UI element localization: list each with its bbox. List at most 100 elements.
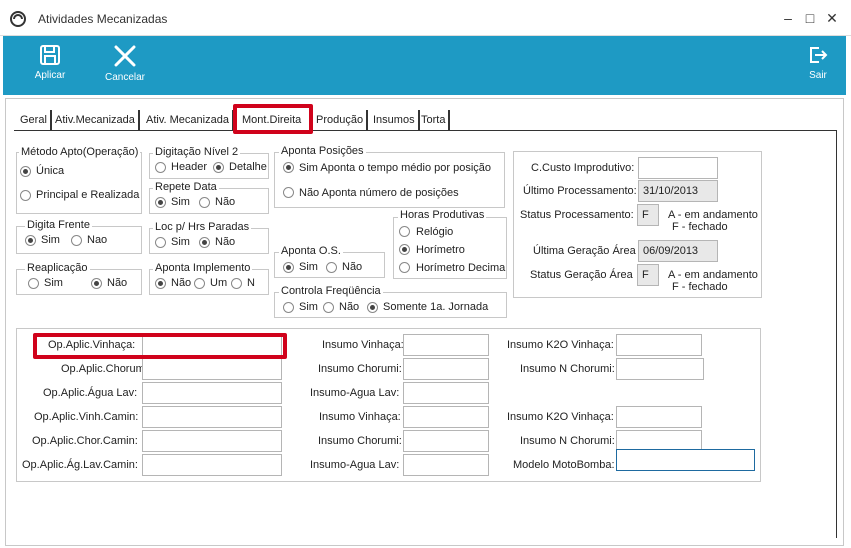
insumo-k2o-vinhaca-label: Insumo K2O Vinhaça: <box>507 339 614 351</box>
impl-nao-radio[interactable] <box>155 278 166 289</box>
apply-button[interactable]: Aplicar <box>30 36 70 95</box>
insumo-agua-lav-input[interactable] <box>403 382 489 404</box>
cancel-button[interactable]: Cancelar <box>103 36 147 95</box>
status-proc-legend-f: F - fechado <box>672 221 728 233</box>
digitacao-header-label: Header <box>171 161 208 173</box>
reaplic-sim-radio[interactable] <box>28 278 39 289</box>
freq-sim-radio[interactable] <box>283 302 294 313</box>
tab-producao[interactable]: Produção <box>313 110 369 130</box>
loc-sim-radio[interactable] <box>155 237 166 248</box>
status-ger-legend-f: F - fechado <box>672 281 728 293</box>
insumo-agua-lav-2-input[interactable] <box>403 454 489 476</box>
op-aplic-vinh-camin-input[interactable] <box>142 406 282 428</box>
repete-sim-radio[interactable] <box>155 197 166 208</box>
impl-n-label: N <box>247 277 255 289</box>
modelo-motobomba-input[interactable] <box>616 449 755 471</box>
os-nao-radio[interactable] <box>326 262 337 273</box>
close-x-icon <box>114 45 136 67</box>
status-ger-legend-a: A - em andamento <box>668 269 758 281</box>
os-nao-label: Não <box>342 261 363 273</box>
metodo-unica-label: Única <box>36 165 65 177</box>
op-aplic-ag-lav-camin-label: Op.Aplic.Ág.Lav.Camin: <box>22 459 138 471</box>
op-aplic-chor-camin-label: Op.Aplic.Chor.Camin: <box>32 435 138 447</box>
freq-nao-label: Não <box>339 301 360 313</box>
insumo-chorumi-2-label: Insumo Chorumi: <box>318 435 402 447</box>
posicoes-nao-radio[interactable] <box>283 187 294 198</box>
os-sim-radio[interactable] <box>283 262 294 273</box>
ultimo-proc-field[interactable]: 31/10/2013 <box>638 180 718 202</box>
metodo-apto-title: Método Apto(Operação) <box>19 146 141 158</box>
metodo-apto-group <box>16 152 142 214</box>
insumo-vinhaca-input[interactable] <box>403 334 489 356</box>
tab-highlight <box>233 104 313 134</box>
op-aplic-agua-lav-label: Op.Aplic.Água Lav: <box>43 387 138 399</box>
status-ger-field[interactable]: F <box>637 264 659 286</box>
close-button[interactable]: ✕ <box>822 8 842 28</box>
impl-n-radio[interactable] <box>231 278 242 289</box>
insumo-n-chorumi-input[interactable] <box>616 358 704 380</box>
frente-nao-radio[interactable] <box>71 235 82 246</box>
insumo-chorumi-2-input[interactable] <box>403 430 489 452</box>
frente-sim-label: Sim <box>41 234 60 246</box>
cancel-label: Cancelar <box>104 72 146 83</box>
maximize-button[interactable]: □ <box>800 8 820 28</box>
apply-label: Aplicar <box>34 70 66 81</box>
tab-torta[interactable]: Torta <box>418 110 451 130</box>
os-sim-label: Sim <box>299 261 318 273</box>
posicoes-nao-label: Não Aponta número de posições <box>299 187 459 199</box>
digitacao-detalhe-radio[interactable] <box>213 162 224 173</box>
loc-nao-label: Não <box>215 236 236 248</box>
aponta-posicoes-group <box>274 152 505 208</box>
exit-icon <box>810 47 828 63</box>
horas-horimetro-label: Horímetro <box>416 244 465 256</box>
status-proc-field[interactable]: F <box>637 204 659 226</box>
ccusto-input[interactable] <box>638 157 718 179</box>
insumo-vinhaca-label: Insumo Vinhaça: <box>322 339 404 351</box>
metodo-unica-radio[interactable] <box>20 166 31 177</box>
horas-horimetro-radio[interactable] <box>399 244 410 255</box>
status-proc-legend-a: A - em andamento <box>668 209 758 221</box>
metodo-principal-radio[interactable] <box>20 190 31 201</box>
window-title: Atividades Mecanizadas <box>38 12 168 26</box>
horas-decimal-radio[interactable] <box>399 262 410 273</box>
op-aplic-chorumi-input[interactable] <box>142 358 282 380</box>
reaplic-nao-radio[interactable] <box>91 278 102 289</box>
tab-insumos[interactable]: Insumos <box>370 110 420 130</box>
tab-geral[interactable]: Geral <box>17 110 52 130</box>
op-aplic-ag-lav-camin-input[interactable] <box>142 454 282 476</box>
freq-jornada-radio[interactable] <box>367 302 378 313</box>
op-aplic-chorumi-label: Op.Aplic.Chorumi: <box>61 363 151 375</box>
loc-hrs-title: Loc p/ Hrs Paradas <box>153 221 252 233</box>
tab-ativ-mecanizada[interactable]: Ativ.Mecanizada <box>52 110 140 130</box>
field-highlight <box>33 333 287 359</box>
digitacao-header-radio[interactable] <box>155 162 166 173</box>
tab-ativ-mecanizada-2[interactable]: Ativ. Mecanizada <box>143 110 234 130</box>
ultima-ger-label: Última Geração Área <box>533 245 636 257</box>
digita-frente-title: Digita Frente <box>25 219 92 231</box>
posicoes-sim-radio[interactable] <box>283 162 294 173</box>
frente-nao-label: Nao <box>87 234 108 246</box>
insumo-k2o-vinhaca-2-input[interactable] <box>616 406 702 428</box>
ultima-ger-field[interactable]: 06/09/2013 <box>638 240 718 262</box>
freq-nao-radio[interactable] <box>323 302 334 313</box>
impl-um-radio[interactable] <box>194 278 205 289</box>
impl-um-label: Um <box>210 277 228 289</box>
impl-nao-label: Não <box>171 277 192 289</box>
insumo-k2o-vinhaca-input[interactable] <box>616 334 702 356</box>
freq-sim-label: Sim <box>299 301 318 313</box>
frente-sim-radio[interactable] <box>25 235 36 246</box>
horas-relogio-radio[interactable] <box>399 226 410 237</box>
repete-nao-label: Não <box>215 196 236 208</box>
loc-nao-radio[interactable] <box>199 237 210 248</box>
insumo-chorumi-input[interactable] <box>403 358 489 380</box>
digitacao-detalhe-label: Detalhe <box>229 161 267 173</box>
insumo-vinhaca-2-input[interactable] <box>403 406 489 428</box>
insumo-n-chorumi-2-label: Insumo N Chorumi: <box>520 435 615 447</box>
op-aplic-agua-lav-input[interactable] <box>142 382 282 404</box>
repete-nao-radio[interactable] <box>199 197 210 208</box>
minimize-button[interactable]: – <box>778 8 798 28</box>
exit-button[interactable]: Sair <box>804 36 832 95</box>
ultimo-proc-label: Último Processamento: <box>523 185 637 197</box>
op-aplic-chor-camin-input[interactable] <box>142 430 282 452</box>
aponta-posicoes-title: Aponta Posições <box>279 145 366 157</box>
